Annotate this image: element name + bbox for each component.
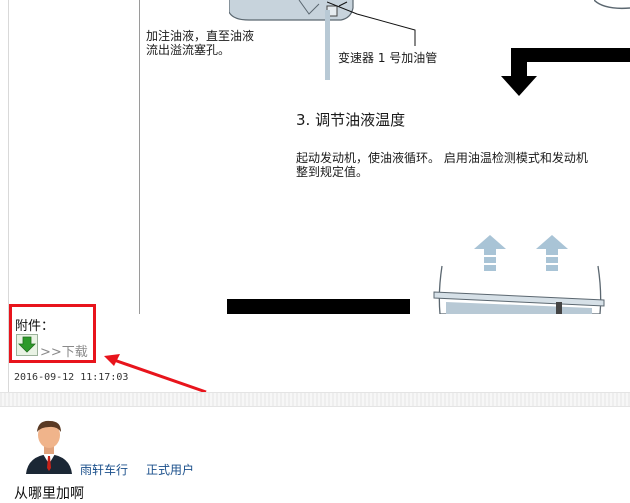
part-edge-illustration: [594, 0, 630, 10]
manual-column-divider: [139, 0, 140, 314]
reply-content: 从哪里加啊: [14, 486, 84, 502]
reply-user-role: 正式用户: [146, 463, 195, 477]
pipe-callout-label: 变速器 1 号加油管: [338, 51, 438, 65]
download-arrow-icon[interactable]: [16, 334, 38, 356]
black-bar-graphic: [227, 299, 410, 314]
step-text-line2: 整到规定值。: [296, 165, 369, 179]
left-note-line2: 流出溢流塞孔。: [146, 43, 231, 57]
oil-pan-illustration: [433, 265, 605, 314]
left-note-line1: 加注油液，直至油液: [146, 29, 255, 43]
attachment-label: 附件：: [15, 319, 55, 334]
manual-image: 加注油液，直至油液 流出溢流塞孔。 变速器 1 号加油管 3. 调节油液温度 起…: [9, 0, 630, 314]
step-heading: 3. 调节油液温度: [296, 111, 406, 129]
flow-arrow-icon: [501, 48, 630, 96]
callout-leader-line: [327, 1, 416, 46]
post-separator: [0, 392, 630, 407]
download-link[interactable]: >>下载: [40, 341, 88, 360]
step-text-line1: 起动发动机，使油液循环。 启用油温检测模式和发动机: [296, 151, 588, 165]
reply-username[interactable]: 雨轩车行: [80, 461, 128, 478]
post-timestamp: 2016-09-12 11:17:03: [14, 372, 129, 383]
user-avatar[interactable]: [24, 418, 74, 474]
